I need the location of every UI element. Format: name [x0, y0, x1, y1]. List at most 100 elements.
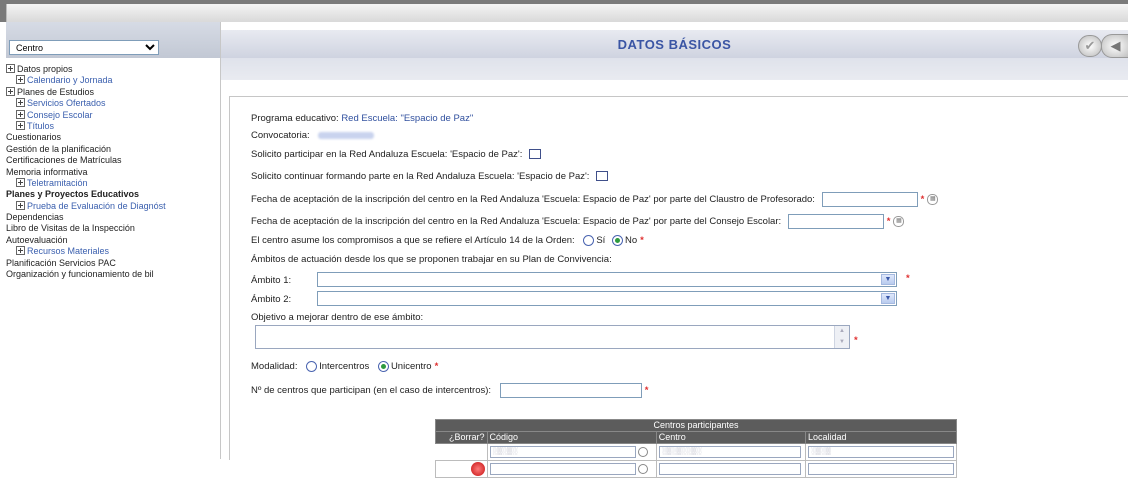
- sidebar-item[interactable]: Planes de Estudios: [6, 86, 220, 98]
- col-codigo: Código: [486, 431, 657, 444]
- centro-input[interactable]: ░▒░▒░░▒░: [658, 446, 801, 458]
- search-icon[interactable]: [637, 447, 648, 457]
- sidebar-item-label: Cuestionarios: [6, 132, 62, 143]
- back-button[interactable]: ◀: [1101, 34, 1128, 58]
- expand-plus-icon[interactable]: [16, 120, 25, 130]
- ambito1-label: Ámbito 1:: [251, 275, 292, 286]
- ambito2-row: Ámbito 2:: [251, 294, 291, 305]
- participar-checkbox[interactable]: [529, 149, 542, 160]
- localidad-input[interactable]: ░▒░▒: [808, 446, 954, 458]
- radio-unicentro-label: Unicentro: [390, 361, 432, 373]
- accept-button[interactable]: ✔: [1078, 35, 1102, 57]
- context-selector[interactable]: Centro: [9, 40, 159, 55]
- expand-plus-icon[interactable]: [16, 75, 25, 85]
- chevron-down-icon: ▼: [881, 293, 895, 304]
- sidebar-item[interactable]: Libro de Visitas de la Inspección: [6, 223, 220, 234]
- radio-no[interactable]: [611, 235, 623, 246]
- subheader-band: [221, 58, 1128, 80]
- modalidad-row: Modalidad: Intercentros Unicentro *: [251, 361, 438, 372]
- sidebar-item-label: Calendario y Jornada: [27, 75, 113, 86]
- sidebar-item-label: Certificaciones de Matrículas: [6, 155, 122, 166]
- convocatoria-row: Convocatoria:: [251, 130, 375, 141]
- programa-label: Programa educativo:: [251, 113, 339, 124]
- sidebar-item[interactable]: Organización y funcionamiento de bil: [6, 269, 220, 280]
- ambito2-label: Ámbito 2:: [251, 294, 292, 305]
- fecha-consejo-input[interactable]: [787, 214, 884, 229]
- sidebar-item[interactable]: Títulos: [6, 120, 220, 132]
- centro-input[interactable]: [658, 463, 801, 475]
- sidebar-item[interactable]: Cuestionarios: [6, 132, 220, 143]
- participar-row: Solicito participar en la Red Andaluza E…: [251, 149, 542, 160]
- sidebar-item[interactable]: Gestión de la planificación: [6, 144, 220, 155]
- continuar-checkbox[interactable]: [596, 171, 609, 182]
- basic-data-form: Programa educativo: Red Escuela: "Espaci…: [229, 96, 1128, 478]
- sidebar-item[interactable]: Calendario y Jornada: [6, 75, 220, 86]
- expand-plus-icon[interactable]: [16, 109, 25, 119]
- sidebar-item-label: Dependencias: [6, 212, 64, 223]
- fecha-claustro-label: Fecha de aceptación de la inscripción de…: [251, 194, 815, 206]
- table-row: ░▒░▒░ ░▒░▒░░▒░ ░▒░▒: [435, 443, 957, 461]
- scrollbar[interactable]: ▲ ▼: [834, 326, 849, 348]
- required-mark: *: [640, 235, 644, 247]
- sidebar-item[interactable]: Prueba de Evaluación de Diagnóst: [6, 200, 220, 212]
- expand-plus-icon[interactable]: [6, 64, 15, 73]
- delete-icon[interactable]: [470, 462, 485, 476]
- sidebar-item[interactable]: Memoria informativa: [6, 167, 220, 178]
- continuar-row: Solicito continuar formando parte en la …: [251, 171, 609, 182]
- expand-plus-icon[interactable]: [6, 86, 15, 96]
- required-mark: *: [644, 385, 649, 397]
- participar-label: Solicito participar en la Red Andaluza E…: [251, 149, 523, 160]
- calendar-icon[interactable]: ▦: [893, 216, 905, 227]
- sidebar-item[interactable]: Planes y Proyectos Educativos: [6, 189, 220, 200]
- num-centros-label: Nº de centros que participan (en el caso…: [251, 385, 492, 397]
- sidebar-item[interactable]: Datos propios: [6, 64, 220, 75]
- sidebar-item[interactable]: Teletramitación: [6, 177, 220, 189]
- sidebar-item[interactable]: Dependencias: [6, 212, 220, 223]
- objetivo-row: Objetivo a mejorar dentro de ese ámbito:: [251, 312, 423, 323]
- sidebar-item-label: Planes de Estudios: [17, 86, 95, 97]
- radio-no-label: No: [624, 235, 638, 247]
- sidebar-item-label: Planificación Servicios PAC: [6, 257, 116, 268]
- codigo-input[interactable]: [489, 463, 636, 475]
- expand-plus-icon[interactable]: [16, 98, 25, 108]
- sidebar-item[interactable]: Recursos Materiales: [6, 246, 220, 257]
- sidebar-item-label: Prueba de Evaluación de Diagnóst: [27, 200, 166, 211]
- fecha-claustro-row: Fecha de aceptación de la inscripción de…: [251, 192, 939, 207]
- col-localidad: Localidad: [805, 431, 957, 444]
- search-icon[interactable]: [637, 464, 648, 474]
- sidebar: Centro Datos propios Calendario y Jornada…: [6, 22, 221, 459]
- sidebar-item-label: Autoevaluación: [6, 234, 68, 245]
- sidebar-item[interactable]: Certificaciones de Matrículas: [6, 155, 220, 166]
- required-mark: *: [434, 361, 439, 373]
- sidebar-item[interactable]: Consejo Escolar: [6, 109, 220, 121]
- ambito2-select[interactable]: ▼: [317, 291, 897, 306]
- top-toolbar: [6, 4, 1128, 22]
- num-centros-row: Nº de centros que participan (en el caso…: [251, 383, 648, 398]
- radio-si[interactable]: [583, 235, 595, 246]
- expand-plus-icon[interactable]: [16, 246, 25, 256]
- calendar-icon[interactable]: ▦: [927, 194, 939, 205]
- ambito1-select[interactable]: ▼: [317, 272, 897, 287]
- col-centro: Centro: [655, 431, 807, 444]
- required-mark: *: [886, 216, 891, 228]
- expand-plus-icon[interactable]: [16, 177, 25, 187]
- sidebar-item[interactable]: Autoevaluación: [6, 235, 220, 246]
- fecha-claustro-input[interactable]: [821, 192, 918, 207]
- sidebar-item[interactable]: Servicios Ofertados: [6, 98, 220, 109]
- browser-top-strip: [0, 0, 1128, 22]
- localidad-input[interactable]: [808, 463, 954, 475]
- num-centros-input[interactable]: [499, 383, 642, 398]
- objetivo-textarea[interactable]: ▲ ▼: [255, 325, 850, 349]
- sidebar-item[interactable]: Planificación Servicios PAC: [6, 258, 220, 269]
- ambito1-row: Ámbito 1:: [251, 275, 291, 286]
- sidebar-item-label: Planes y Proyectos Educativos: [6, 189, 140, 200]
- required-mark: *: [854, 335, 858, 346]
- radio-unicentro[interactable]: [377, 361, 389, 372]
- convocatoria-value-redacted: [318, 131, 375, 139]
- radio-intercentros[interactable]: [306, 361, 318, 372]
- expand-plus-icon[interactable]: [16, 200, 25, 210]
- sidebar-item-label: Teletramitación: [27, 177, 88, 188]
- codigo-input[interactable]: ░▒░▒░: [489, 446, 636, 458]
- table-row: [435, 460, 957, 478]
- required-mark: *: [906, 273, 910, 284]
